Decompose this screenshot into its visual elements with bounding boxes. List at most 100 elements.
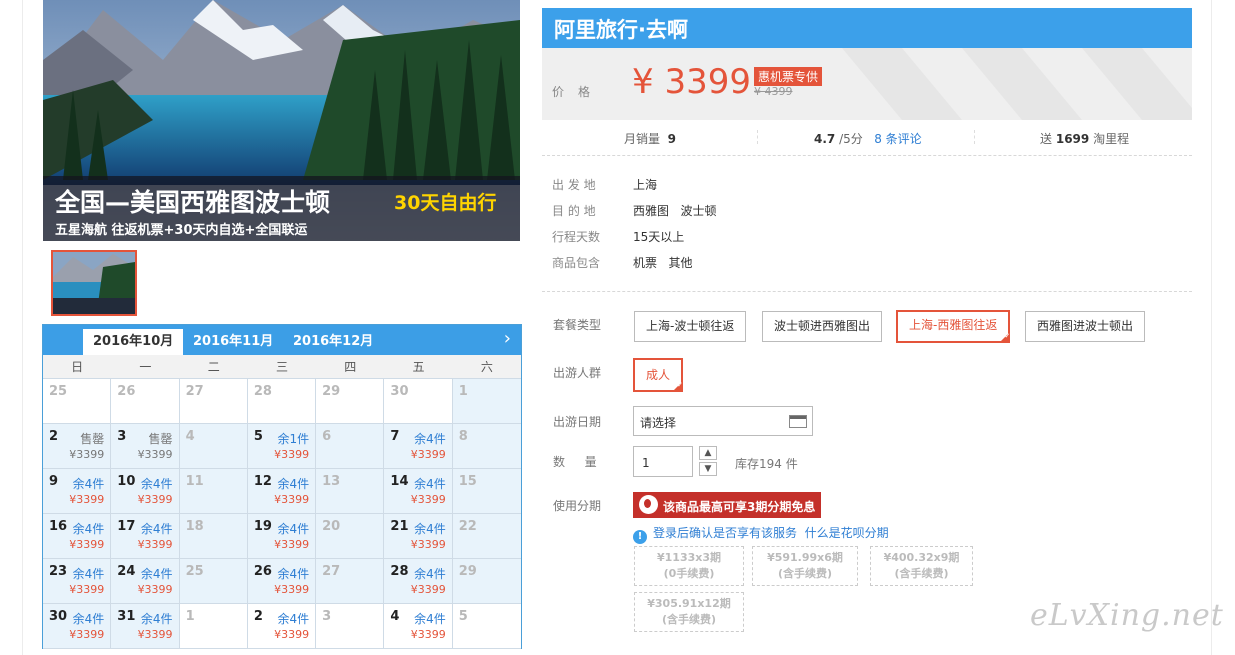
calendar-icon[interactable] (789, 415, 807, 428)
calendar-day-cell[interactable]: 5 余1件 ¥3399 (247, 424, 317, 469)
calendar-day-number: 2 (49, 429, 59, 444)
calendar-day-number: 17 (117, 519, 136, 534)
calendar-day-number: 29 (322, 384, 341, 399)
calendar-day-stock: 余4件 (140, 567, 173, 581)
calendar-day-stock: 余4件 (140, 522, 173, 536)
calendar-day-cell[interactable]: 4 余4件 ¥3399 (384, 604, 453, 649)
calendar-day-cell[interactable]: 17 余4件 ¥3399 (111, 514, 180, 559)
calendar-day-cell[interactable]: 21 余4件 ¥3399 (384, 514, 453, 559)
calendar-day-stock: 售罄 (148, 432, 173, 446)
calendar-day-cell: 18 (179, 514, 248, 559)
installment-button[interactable]: 该商品最高可享3期分期免息 (633, 492, 821, 518)
calendar-day-cell: 29 (316, 379, 385, 424)
package-option-3-selected[interactable]: 上海-西雅图往返 (896, 310, 1011, 343)
calendar-day-cell: 27 (179, 379, 248, 424)
calendar-day-price: ¥3399 (410, 628, 446, 641)
calendar-day-cell[interactable]: 24 余4件 ¥3399 (111, 559, 180, 604)
calendar-day-cell[interactable]: 2 余4件 ¥3399 (247, 604, 317, 649)
installment-plan-6[interactable]: ¥591.99x6期 (含手续费) (752, 546, 858, 586)
calendar-day-number: 28 (253, 384, 272, 399)
calendar-day-price: ¥3399 (410, 493, 446, 506)
calendar-day-cell[interactable]: 14 余4件 ¥3399 (384, 469, 453, 514)
calendar-day-number: 22 (458, 519, 477, 534)
calendar-day-stock: 余4件 (140, 477, 173, 491)
calendar-day-cell[interactable]: 12 余4件 ¥3399 (247, 469, 317, 514)
calendar-day-cell[interactable]: 7 余4件 ¥3399 (384, 424, 453, 469)
calendar-day-number: 27 (322, 564, 341, 579)
calendar-day-number: 20 (322, 519, 341, 534)
calendar-day-stock: 余4件 (414, 522, 446, 536)
section-divider (542, 291, 1192, 292)
hero-image: 全国—美国西雅图波士顿 30天自由行 五星海航 往返机票+30天内自选+全国联运 (43, 0, 520, 241)
package-option-1[interactable]: 上海-波士顿往返 (634, 311, 747, 342)
calendar-day-cell: 3 售罄 ¥3399 (111, 424, 180, 469)
traveler-option-adult-selected[interactable]: 成人 (633, 358, 684, 392)
calendar-day-cell[interactable]: 16 余4件 ¥3399 (43, 514, 112, 559)
chevron-right-icon[interactable]: › (504, 329, 511, 349)
calendar-day-stock: 余4件 (277, 522, 310, 536)
package-option-4[interactable]: 西雅图进波士顿出 (1025, 311, 1146, 342)
calendar-day-price: ¥3399 (410, 448, 446, 461)
hero-accent: 30天自由行 (394, 192, 497, 214)
tab-month-dec[interactable]: 2016年12月 (283, 329, 383, 355)
calendar-day-cell[interactable]: 28 余4件 ¥3399 (384, 559, 453, 604)
tab-month-oct[interactable]: 2016年10月 (83, 329, 184, 355)
what-is-huabei-link[interactable]: 什么是花呗分期 (805, 526, 889, 540)
calendar-day-stock: 余4件 (72, 567, 105, 581)
calendar-day-price: ¥3399 (274, 538, 310, 551)
calendar-day-stock: 售罄 (80, 432, 105, 446)
calendar-day-cell: 5 (452, 604, 521, 649)
calendar-day-number: 12 (253, 474, 272, 489)
brand-title: 阿里旅行·去啊 (554, 18, 688, 42)
calendar-day-cell[interactable]: 9 余4件 ¥3399 (43, 469, 112, 514)
calendar-day-cell: 25 (43, 379, 112, 424)
installment-plan-12[interactable]: ¥305.91x12期 (含手续费) (634, 592, 744, 632)
departure-calendar: 2016年10月 2016年11月 2016年12月 › 日一二三四五六 25 2… (42, 324, 522, 649)
calendar-day-cell: 1 (452, 379, 521, 424)
quantity-label: 数 量 (553, 455, 601, 469)
calendar-day-cell[interactable]: 30 余4件 ¥3399 (43, 604, 112, 649)
calendar-day-cell: 26 (111, 379, 180, 424)
package-type-label: 套餐类型 (553, 318, 602, 332)
brand-header: 阿里旅行·去啊 (542, 8, 1192, 48)
calendar-day-number: 28 (390, 564, 409, 579)
promo-badge: 惠机票专供 (754, 67, 823, 86)
calendar-day-cell[interactable]: 26 余4件 ¥3399 (247, 559, 317, 604)
calendar-day-number: 11 (185, 474, 204, 489)
weekday-label: 二 (207, 360, 220, 374)
calendar-day-number: 14 (390, 474, 409, 489)
calendar-day-cell: 15 (452, 469, 521, 514)
points-reward: 送 1699 淘里程 (1040, 132, 1130, 146)
calendar-day-cell[interactable]: 23 余4件 ¥3399 (43, 559, 112, 604)
watermark: eLvXing.net (1030, 598, 1224, 633)
calendar-day-cell[interactable]: 31 余4件 ¥3399 (111, 604, 180, 649)
gallery-thumbnail[interactable] (51, 250, 137, 316)
calendar-day-cell: 28 (247, 379, 317, 424)
hero-subtitle: 五星海航 往返机票+30天内自选+全国联运 (55, 223, 308, 238)
package-option-2[interactable]: 波士顿进西雅图出 (762, 311, 883, 342)
price-panel: 价格 ¥ 3399 惠机票专供 ¥ 4399 (542, 48, 1192, 120)
calendar-day-number: 4 (185, 429, 195, 444)
rating: 4.7 /5分 8 条评论 (814, 132, 922, 146)
calendar-day-cell[interactable]: 10 余4件 ¥3399 (111, 469, 180, 514)
calendar-day-number: 15 (458, 474, 477, 489)
original-price: ¥ 4399 (754, 85, 793, 98)
calendar-day-cell: 20 (316, 514, 385, 559)
quantity-input[interactable]: 1 (633, 446, 693, 477)
calendar-day-cell: 30 (384, 379, 453, 424)
weekday-label: 日 (71, 360, 84, 374)
quantity-increase-button[interactable]: ▲ (699, 446, 717, 460)
calendar-day-price: ¥3399 (69, 493, 105, 506)
weekday-label: 三 (275, 360, 288, 374)
installment-plan-3[interactable]: ¥1133x3期 (0手续费) (634, 546, 744, 586)
quantity-decrease-button[interactable]: ▼ (699, 462, 717, 476)
travel-date-picker[interactable]: 请选择 (633, 406, 813, 436)
calendar-day-cell: 13 (316, 469, 385, 514)
tab-month-nov[interactable]: 2016年11月 (183, 329, 283, 355)
info-icon: ! (633, 530, 647, 544)
reviews-link[interactable]: 8 条评论 (874, 132, 921, 146)
calendar-day-cell[interactable]: 19 余4件 ¥3399 (247, 514, 317, 559)
installment-plan-9[interactable]: ¥400.32x9期 (含手续费) (870, 546, 973, 586)
current-price: ¥ 3399 (632, 62, 751, 102)
calendar-day-price: ¥3399 (410, 583, 446, 596)
